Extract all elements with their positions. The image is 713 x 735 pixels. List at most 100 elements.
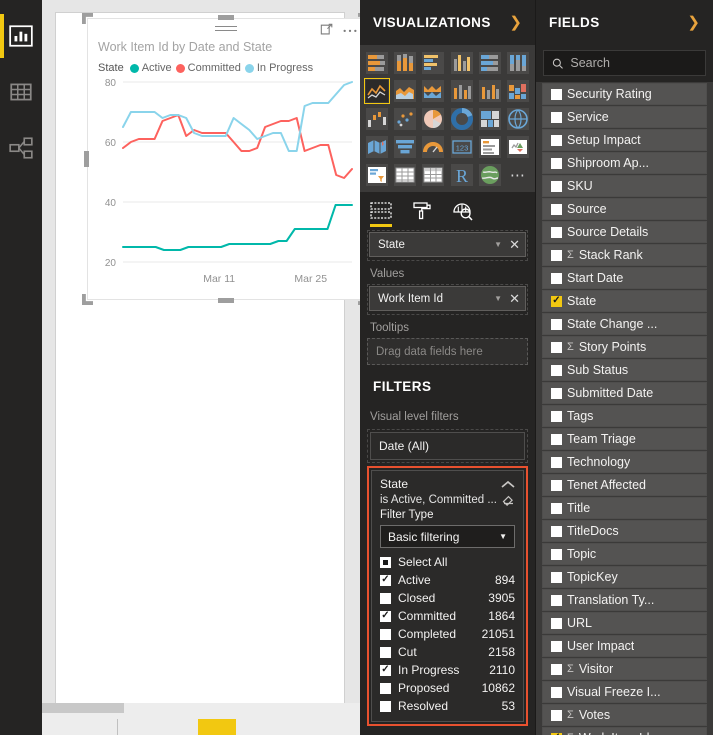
page-tab-bar[interactable] — [42, 713, 360, 735]
tab-analytics-pane[interactable] — [452, 192, 473, 230]
field-row[interactable]: Tenet Affected — [542, 474, 707, 496]
field-checkbox[interactable] — [551, 502, 562, 514]
viz-type-funnel-chart[interactable] — [392, 134, 418, 160]
filter-item-in-progress[interactable]: In Progress 2110 — [380, 661, 515, 679]
viz-type-donut-chart[interactable] — [449, 106, 475, 132]
remove-field-icon[interactable]: ✕ — [509, 291, 520, 307]
filter-item-closed[interactable]: Closed 3905 — [380, 589, 515, 607]
field-checkbox[interactable] — [551, 341, 562, 353]
viz-type-clustered-column-chart[interactable] — [449, 50, 475, 76]
viz-type-multi-row-card[interactable] — [477, 134, 503, 160]
field-checkbox[interactable] — [551, 387, 562, 399]
filter-value-list[interactable]: Select All Active 894 Closed 3905 Committed 18… — [380, 553, 515, 715]
viz-type-line-and-clustered-column-chart[interactable] — [477, 78, 503, 104]
field-checkbox[interactable] — [551, 180, 562, 192]
field-row[interactable]: Setup Impact — [542, 129, 707, 151]
chevron-right-icon[interactable]: ❯ — [687, 15, 700, 30]
viz-type-line-chart[interactable] — [364, 78, 391, 104]
field-row[interactable]: Σ Votes — [542, 704, 707, 726]
field-row[interactable]: Service — [542, 106, 707, 128]
tab-format-pane[interactable] — [412, 192, 432, 230]
field-checkbox[interactable] — [551, 203, 562, 215]
field-row[interactable]: State — [542, 290, 707, 312]
filter-item-cut[interactable]: Cut 2158 — [380, 643, 515, 661]
viz-type-map[interactable] — [505, 106, 531, 132]
filter-item-completed[interactable]: Completed 21051 — [380, 625, 515, 643]
scrollbar-thumb[interactable] — [42, 703, 124, 713]
field-checkbox[interactable] — [551, 226, 562, 238]
viz-type-stacked-area-chart[interactable] — [420, 78, 446, 104]
field-checkbox[interactable] — [551, 663, 562, 675]
fields-list[interactable]: Security Rating Service Setup Impact Shipro… — [536, 82, 713, 735]
legend-item-in-progress[interactable]: In Progress — [244, 62, 313, 74]
field-checkbox[interactable] — [551, 111, 562, 123]
field-checkbox[interactable] — [551, 88, 562, 100]
more-options-icon[interactable] — [342, 23, 358, 37]
filter-checkbox[interactable] — [380, 556, 391, 568]
field-row[interactable]: Σ Story Points — [542, 336, 707, 358]
filter-checkbox[interactable] — [380, 664, 391, 676]
filter-type-select[interactable]: Basic filtering ▼ — [380, 525, 515, 548]
filter-item-proposed[interactable]: Proposed 10862 — [380, 679, 515, 697]
filter-item-committed[interactable]: Committed 1864 — [380, 607, 515, 625]
field-checkbox[interactable] — [551, 479, 562, 491]
field-checkbox[interactable] — [551, 249, 562, 261]
field-row[interactable]: Source — [542, 198, 707, 220]
field-row[interactable]: Σ Visitor — [542, 658, 707, 680]
field-checkbox[interactable] — [551, 594, 562, 606]
viz-type-filled-map[interactable] — [364, 134, 390, 160]
field-row[interactable]: TopicKey — [542, 566, 707, 588]
viz-type-kpi[interactable] — [505, 134, 531, 160]
viz-type-matrix[interactable] — [420, 162, 446, 188]
axis-field-chip[interactable]: State ▼ ✕ — [369, 232, 526, 257]
field-checkbox[interactable] — [551, 456, 562, 468]
field-checkbox[interactable] — [551, 617, 562, 629]
viz-type-pie-chart[interactable] — [420, 106, 446, 132]
viz-type-r-script-visual[interactable]: R — [449, 162, 475, 188]
state-filter-header[interactable]: State — [380, 477, 515, 491]
chevron-down-icon[interactable]: ▼ — [494, 240, 502, 249]
viz-type-arcgis-map[interactable] — [477, 162, 503, 188]
viz-type-waterfall-chart[interactable] — [364, 106, 390, 132]
field-checkbox[interactable] — [551, 709, 562, 721]
filter-checkbox[interactable] — [380, 628, 391, 640]
nav-item-model-view[interactable] — [0, 120, 42, 176]
field-row[interactable]: Technology — [542, 451, 707, 473]
tooltips-well-dropzone[interactable]: Drag data fields here — [367, 338, 528, 365]
date-filter-card[interactable]: Date (All) — [367, 429, 528, 463]
fields-search-input[interactable] — [570, 56, 697, 70]
field-row[interactable]: ΣWork Item Id — [542, 727, 707, 735]
viz-type-scatter-chart[interactable] — [392, 106, 418, 132]
field-row[interactable]: Sub Status — [542, 359, 707, 381]
values-well[interactable]: Work Item Id ▼ ✕ — [367, 284, 528, 315]
viz-type-ribbon-chart[interactable] — [505, 78, 531, 104]
field-row[interactable]: Source Details — [542, 221, 707, 243]
field-checkbox[interactable] — [551, 134, 562, 146]
filter-checkbox[interactable] — [380, 682, 391, 694]
field-row[interactable]: Team Triage — [542, 428, 707, 450]
nav-item-report-view[interactable] — [0, 8, 42, 64]
field-row[interactable]: Shiproom Ap... — [542, 152, 707, 174]
field-row[interactable]: SKU — [542, 175, 707, 197]
field-checkbox[interactable] — [551, 295, 562, 307]
focus-mode-icon[interactable] — [320, 23, 334, 37]
field-row[interactable]: Submitted Date — [542, 382, 707, 404]
field-row[interactable]: Tags — [542, 405, 707, 427]
field-checkbox[interactable] — [551, 525, 562, 537]
filter-checkbox[interactable] — [380, 700, 391, 712]
filter-checkbox[interactable] — [380, 592, 391, 604]
viz-type-hundred-percent-stacked-column-chart[interactable] — [505, 50, 531, 76]
field-row[interactable]: URL — [542, 612, 707, 634]
viz-type-area-chart[interactable] — [392, 78, 418, 104]
remove-field-icon[interactable]: ✕ — [509, 237, 520, 253]
field-row[interactable]: Translation Ty... — [542, 589, 707, 611]
report-canvas[interactable]: Work Item Id by Date and State State Act… — [42, 0, 360, 735]
viz-type-slicer[interactable] — [364, 162, 390, 188]
legend-item-committed[interactable]: Committed — [175, 62, 241, 74]
viz-type-treemap[interactable] — [477, 106, 503, 132]
tab-fields-pane[interactable] — [370, 192, 392, 230]
viz-type-card[interactable]: 123 — [449, 134, 475, 160]
field-checkbox[interactable] — [551, 364, 562, 376]
fields-search-box[interactable] — [543, 50, 706, 76]
filter-item-active[interactable]: Active 894 — [380, 571, 515, 589]
